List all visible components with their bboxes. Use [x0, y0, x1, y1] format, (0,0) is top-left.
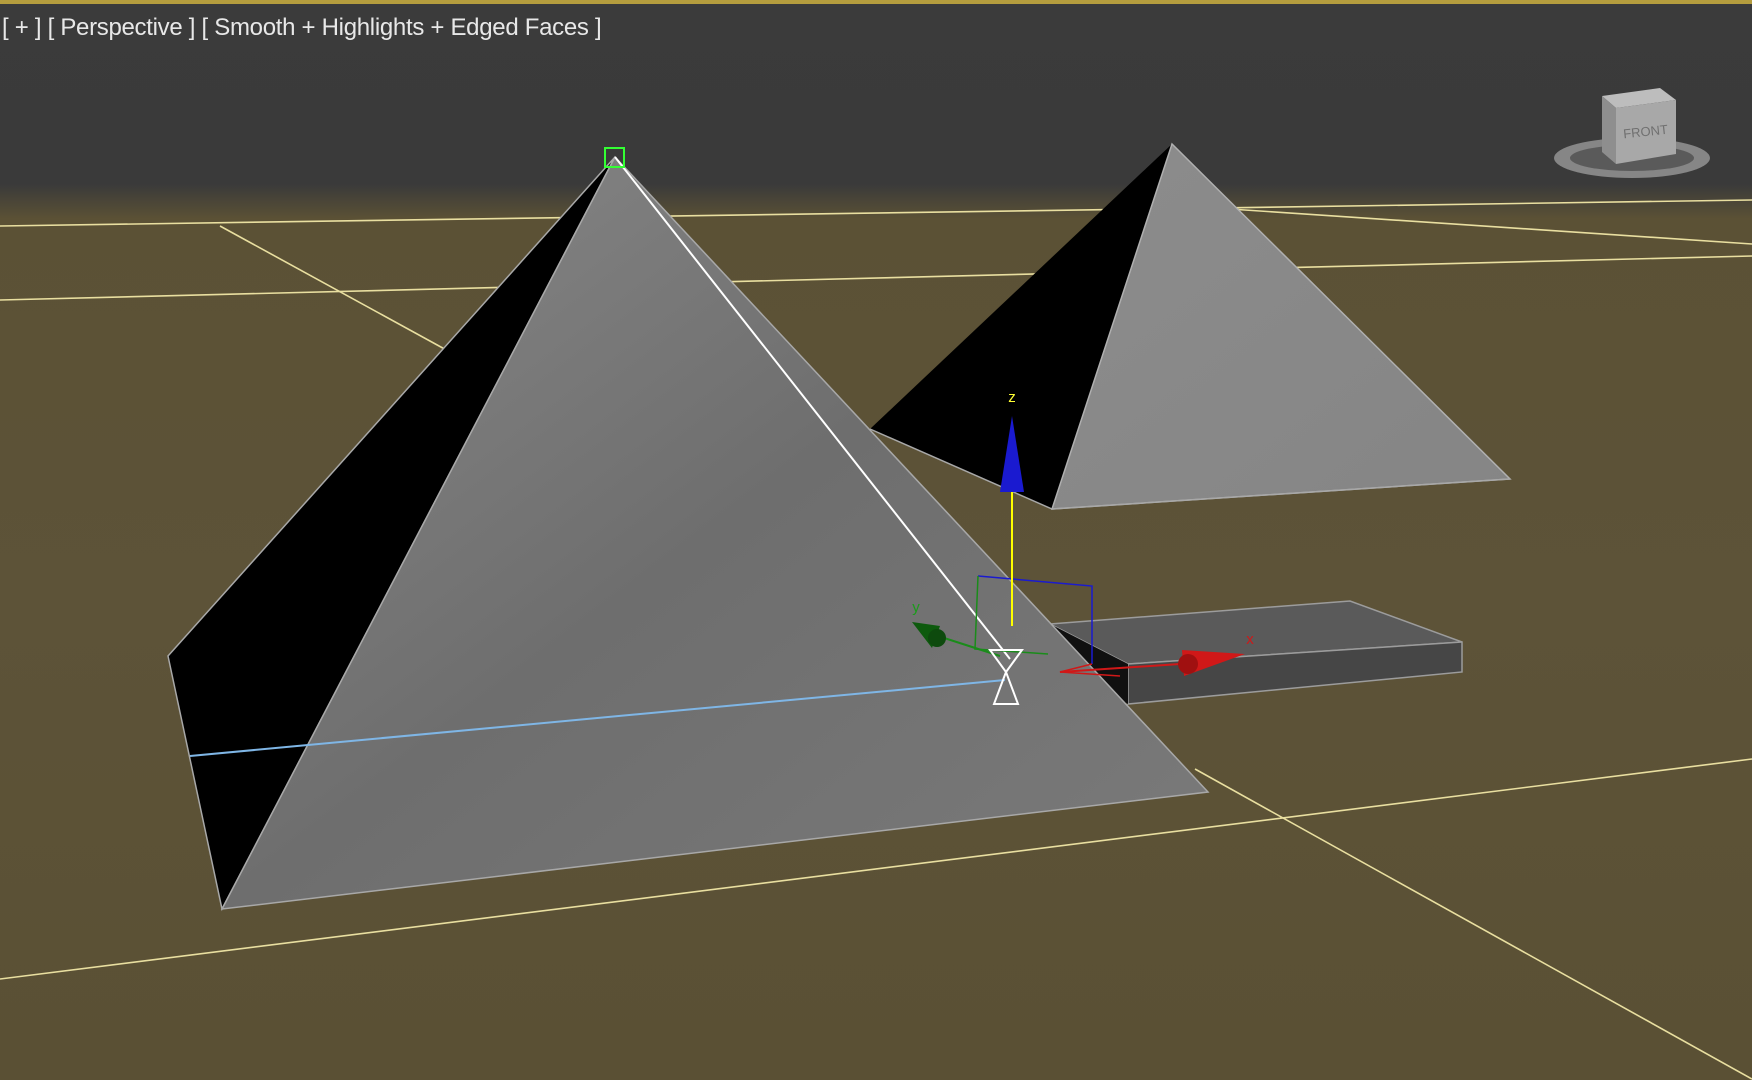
viewcube[interactable]: FRONT	[1554, 88, 1710, 178]
perspective-viewport[interactable]: z y x FRONT [ + ] [ Perspective ] [ Smoo…	[0, 0, 1752, 1080]
axis-z-label: z	[1008, 389, 1016, 406]
viewport-label-bar: [ + ] [ Perspective ] [ Smooth + Highlig…	[2, 14, 602, 42]
pyramid-back[interactable]	[869, 142, 1512, 510]
viewport-shading-menu[interactable]: [ Smooth + Highlights + Edged Faces ]	[202, 14, 602, 41]
axis-y-label: y	[912, 599, 920, 616]
viewport-general-menu[interactable]: [ + ]	[2, 14, 42, 41]
y-axis-cone[interactable]	[928, 629, 946, 647]
viewport-view-menu[interactable]: [ Perspective ]	[48, 14, 196, 41]
scene-canvas[interactable]: z y x FRONT	[0, 4, 1752, 1080]
x-axis-cone[interactable]	[1178, 654, 1198, 674]
axis-x-label: x	[1246, 631, 1254, 648]
